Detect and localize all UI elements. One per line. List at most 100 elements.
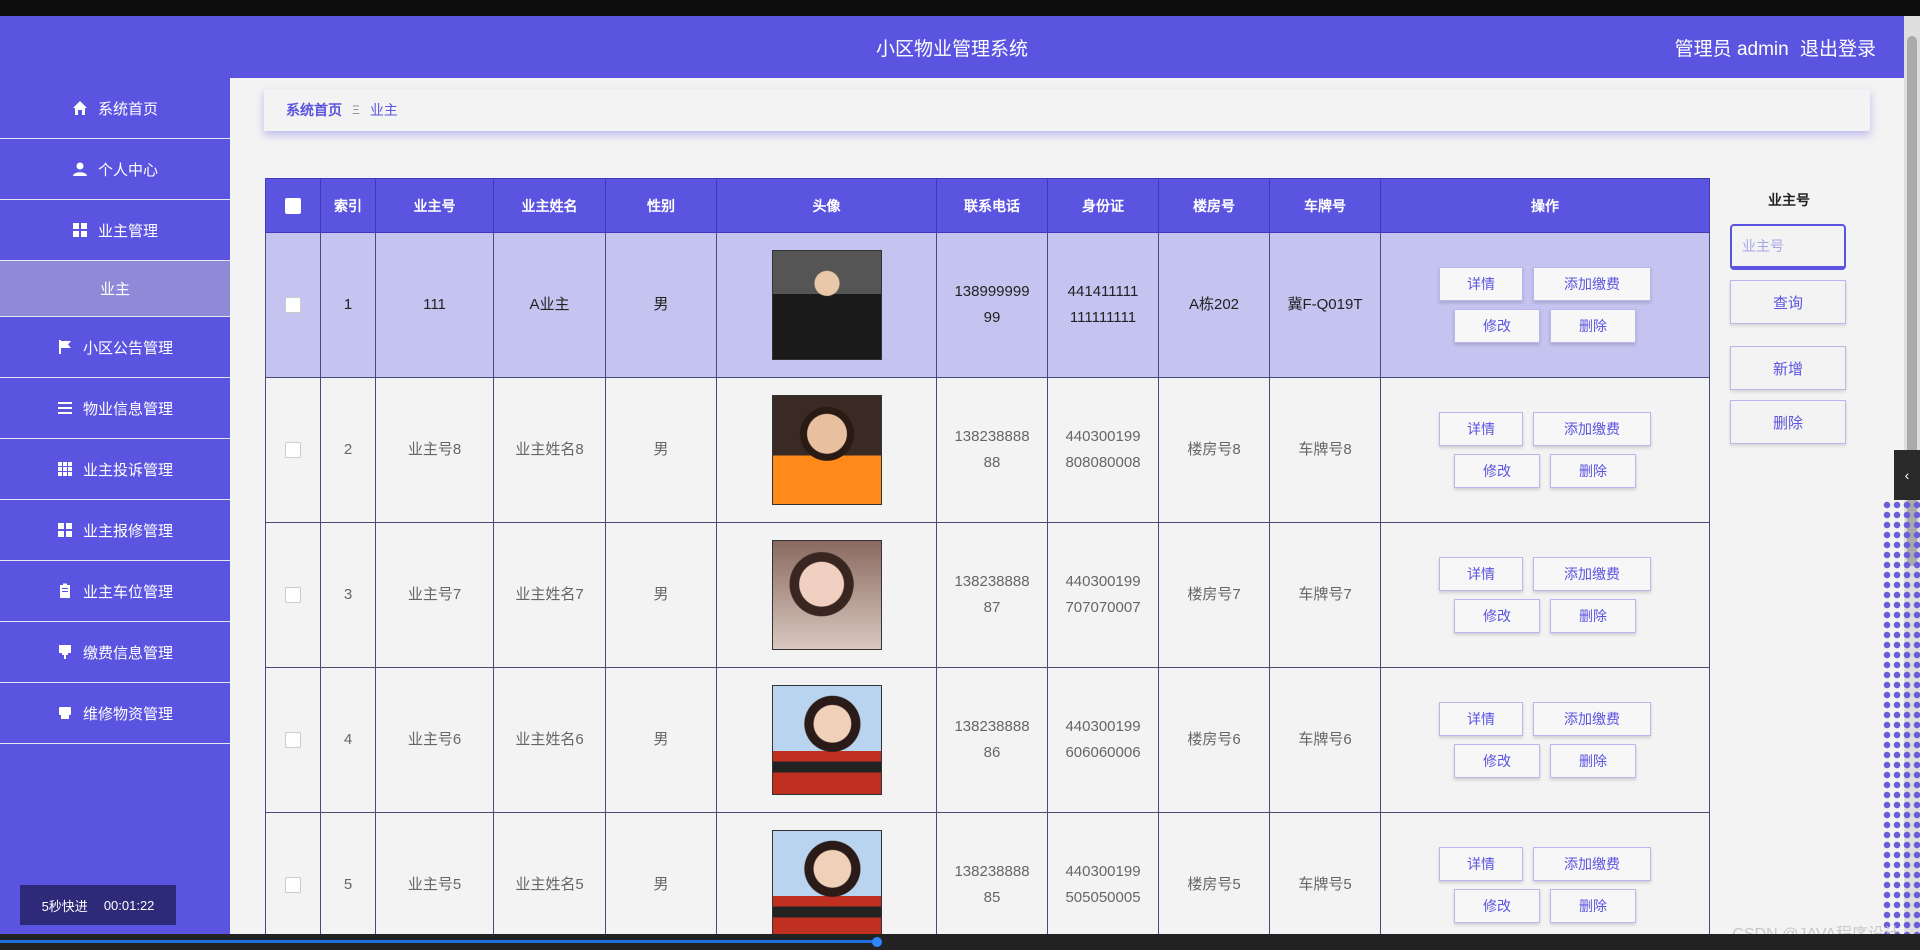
add-fee-button[interactable]: 添加缴费 <box>1533 267 1651 301</box>
detail-button[interactable]: 详情 <box>1439 412 1523 446</box>
row-checkbox[interactable] <box>285 732 301 749</box>
sidebar-item-label: 小区公告管理 <box>82 339 173 357</box>
phone-line: 138238888 <box>954 573 1030 590</box>
edit-button[interactable]: 修改 <box>1454 599 1540 633</box>
sidebar-item-materials[interactable]: 维修物资管理 <box>0 683 230 744</box>
avatar-cell <box>716 812 937 934</box>
row-select-cell <box>265 522 321 668</box>
actions-cell: 详情 添加缴费 修改 删除 <box>1380 667 1710 813</box>
add-button[interactable]: 新增 <box>1730 346 1846 390</box>
table-row[interactable]: 4 业主号6 业主姓名6 男 138238888 86 440300199 6060… <box>265 667 1710 813</box>
add-fee-button[interactable]: 添加缴费 <box>1533 557 1651 591</box>
building-cell: 楼房号8 <box>1158 377 1270 523</box>
video-progress-bar[interactable] <box>0 934 1920 950</box>
sidebar-item-personal-center[interactable]: 个人中心 <box>0 139 230 200</box>
row-checkbox[interactable] <box>285 587 301 604</box>
delete-button[interactable]: 删除 <box>1550 599 1636 633</box>
phone-cell: 138999999 99 <box>936 232 1048 378</box>
owner-no-cell: 业主号5 <box>375 812 494 934</box>
delete-button[interactable]: 删除 <box>1550 744 1636 778</box>
table-row[interactable]: 5 业主号5 业主姓名5 男 138238888 85 440300199 5050… <box>265 812 1710 934</box>
owner-name-cell: 业主姓名5 <box>493 812 606 934</box>
sidebar-subitem-owner[interactable]: 业主 <box>0 261 230 317</box>
owner-name-cell: 业主姓名7 <box>493 522 606 668</box>
fast-forward-timer[interactable]: 5秒快进 00:01:22 <box>20 885 176 925</box>
add-fee-button[interactable]: 添加缴费 <box>1533 412 1651 446</box>
row-actions: 详情 添加缴费 修改 删除 <box>1381 557 1709 633</box>
sidebar-item-repair[interactable]: 业主报修管理 <box>0 500 230 561</box>
detail-button[interactable]: 详情 <box>1439 847 1523 881</box>
sidebar-item-property-info[interactable]: 物业信息管理 <box>0 378 230 439</box>
row-checkbox[interactable] <box>285 297 301 314</box>
sidebar-item-complaint[interactable]: 业主投诉管理 <box>0 439 230 500</box>
sidebar: 系统首页 个人中心 业主管理 业主 小区公告管理 物业信息管理 业主投诉管理 业… <box>0 78 230 934</box>
chevron-left-icon[interactable]: ‹ <box>1894 450 1920 500</box>
detail-button[interactable]: 详情 <box>1439 267 1523 301</box>
edit-button[interactable]: 修改 <box>1454 454 1540 488</box>
column-header: 操作 <box>1380 178 1710 233</box>
row-actions: 详情 添加缴费 修改 删除 <box>1381 412 1709 488</box>
select-all-checkbox[interactable] <box>285 198 301 215</box>
phone-line: 138238888 <box>954 428 1030 445</box>
payment-icon <box>58 645 71 659</box>
breadcrumb-home[interactable]: 系统首页 <box>286 100 342 120</box>
sidebar-item-label: 个人中心 <box>97 161 158 179</box>
building-cell: 楼房号5 <box>1158 812 1270 934</box>
avatar <box>771 830 882 934</box>
owner-name-cell: A业主 <box>493 232 606 378</box>
edit-button[interactable]: 修改 <box>1454 889 1540 923</box>
actions-row: 修改 删除 <box>1454 454 1636 488</box>
id-card-line: 707070007 <box>1065 599 1141 616</box>
edit-button[interactable]: 修改 <box>1454 744 1540 778</box>
owner-no-search-input[interactable] <box>1730 224 1846 270</box>
gender-cell: 男 <box>605 377 717 523</box>
index-cell: 5 <box>320 812 376 934</box>
phone-line: 88 <box>983 454 1001 471</box>
plate-cell: 车牌号5 <box>1269 812 1381 934</box>
owner-table: 索引 业主号 业主姓名 性别 头像 联系电话 身份证 楼房号 车牌号 操作 1 … <box>265 178 1710 934</box>
row-checkbox[interactable] <box>285 442 301 459</box>
progress-knob[interactable] <box>872 937 882 947</box>
add-fee-button[interactable]: 添加缴费 <box>1533 702 1651 736</box>
gender-cell: 男 <box>605 232 717 378</box>
detail-button[interactable]: 详情 <box>1439 702 1523 736</box>
delete-button[interactable]: 删除 <box>1550 454 1636 488</box>
column-header: 头像 <box>716 178 937 233</box>
sidebar-item-parking[interactable]: 业主车位管理 <box>0 561 230 622</box>
owner-no-cell: 业主号6 <box>375 667 494 813</box>
logout-link[interactable]: 退出登录 <box>1800 39 1876 60</box>
admin-user-label: 管理员 admin <box>1674 39 1789 60</box>
query-button[interactable]: 查询 <box>1730 280 1846 324</box>
plate-cell: 车牌号6 <box>1269 667 1381 813</box>
sidebar-item-notice-management[interactable]: 小区公告管理 <box>0 317 230 378</box>
row-select-cell <box>265 232 321 378</box>
sidebar-item-home[interactable]: 系统首页 <box>0 78 230 139</box>
delete-button[interactable]: 删除 <box>1550 309 1636 343</box>
phone-cell: 138238888 86 <box>936 667 1048 813</box>
owner-name-cell: 业主姓名6 <box>493 667 606 813</box>
avatar-cell <box>716 667 937 813</box>
index-cell: 2 <box>320 377 376 523</box>
avatar <box>771 540 882 650</box>
table-row[interactable]: 1 111 A业主 男 138999999 99 441411111 1111111… <box>265 232 1710 378</box>
decorative-dots <box>1882 500 1920 934</box>
row-checkbox[interactable] <box>285 877 301 894</box>
batch-delete-button[interactable]: 删除 <box>1730 400 1846 444</box>
edit-button[interactable]: 修改 <box>1454 309 1540 343</box>
table-row[interactable]: 3 业主号7 业主姓名7 男 138238888 87 440300199 7070… <box>265 522 1710 668</box>
add-fee-button[interactable]: 添加缴费 <box>1533 847 1651 881</box>
row-select-cell <box>265 812 321 934</box>
column-header: 联系电话 <box>936 178 1048 233</box>
sidebar-item-owner-management[interactable]: 业主管理 <box>0 200 230 261</box>
clipboard-icon <box>59 583 70 598</box>
index-cell: 1 <box>320 232 376 378</box>
sidebar-item-payment[interactable]: 缴费信息管理 <box>0 622 230 683</box>
delete-button[interactable]: 删除 <box>1550 889 1636 923</box>
avatar-cell <box>716 522 937 668</box>
actions-row: 详情 添加缴费 <box>1439 412 1651 446</box>
header-user-area: 管理员 admin 退出登录 <box>1669 34 1876 61</box>
detail-button[interactable]: 详情 <box>1439 557 1523 591</box>
phone-line: 87 <box>983 599 1001 616</box>
select-all-cell <box>265 178 321 233</box>
table-row[interactable]: 2 业主号8 业主姓名8 男 138238888 88 440300199 8080… <box>265 377 1710 523</box>
